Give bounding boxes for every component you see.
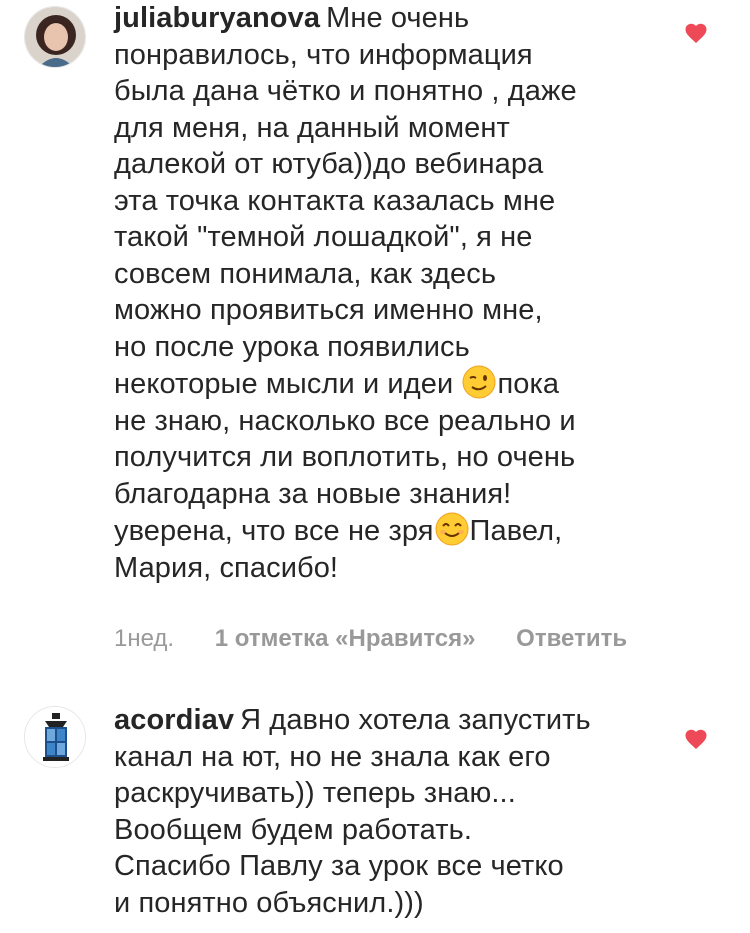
reply-button[interactable]: Ответить	[516, 625, 627, 652]
comment-username[interactable]: acordiav	[114, 704, 234, 736]
comment-meta: 1нед. 1 отметка «Нравится» Ответить	[114, 625, 661, 653]
smiling-face-emoji-icon	[435, 512, 469, 546]
likes-count-link[interactable]: 1 отметка «Нравится»	[215, 625, 476, 652]
comment-line: Спасибо Павлу за урок все четко	[114, 850, 564, 882]
comment-line: пока	[497, 368, 560, 400]
comment-line: канал на ют, но не знала как его	[114, 740, 551, 773]
avatar[interactable]	[24, 6, 86, 68]
comment-line: но после урока появились	[114, 330, 470, 363]
comment-line: Мария, спасибо!	[114, 551, 339, 584]
comment-line: некоторые мысли и идеи	[114, 368, 454, 400]
comment-line: для меня, на данный момент	[114, 111, 510, 144]
comment-username[interactable]: juliaburyanova	[114, 2, 320, 34]
comment-line: раскручивать)) теперь знаю...	[114, 777, 516, 809]
winking-face-emoji-icon	[462, 365, 496, 399]
comment-line: эта точка контакта казалась мне	[114, 184, 556, 217]
comment-time: 1нед.	[114, 625, 175, 652]
comment-line: совсем понимала, как здесь	[114, 257, 497, 290]
comment-line: Я давно хотела запустить	[240, 704, 591, 736]
comment-line: Мне очень	[326, 2, 470, 34]
user-avatar-lantern-icon	[25, 707, 85, 767]
comment-line: можно проявиться именно мне,	[114, 294, 543, 326]
comment-line: такой "темной лошадкой", я не	[114, 221, 533, 253]
comment-line: понравилось, что информация	[114, 38, 533, 71]
comment-line: не знаю, насколько все реально и	[114, 404, 576, 437]
comment-line: уверена, что все не зря	[114, 515, 434, 547]
comment-text: juliaburyanova Мне очень понравилось, что…	[114, 0, 674, 586]
user-avatar-photo-icon	[25, 7, 85, 67]
comment-text: acordiav Я давно хотела запустить канал н…	[114, 702, 674, 921]
heart-icon[interactable]	[684, 22, 708, 44]
comment-line: и понятно объяснил.)))	[114, 886, 424, 919]
avatar[interactable]	[24, 706, 86, 768]
comment-line: далекой от ютуба))до вебинара	[114, 148, 544, 180]
comment-line: Павел,	[469, 515, 563, 547]
comment-line: получится ли воплотить, но очень	[114, 441, 576, 473]
heart-icon[interactable]	[684, 728, 708, 750]
comment-line: Вообщем будем работать.	[114, 813, 472, 846]
comment-line: была дана чётко и понятно , даже	[114, 75, 577, 107]
comment-line: благодарна за новые знания!	[114, 477, 512, 510]
